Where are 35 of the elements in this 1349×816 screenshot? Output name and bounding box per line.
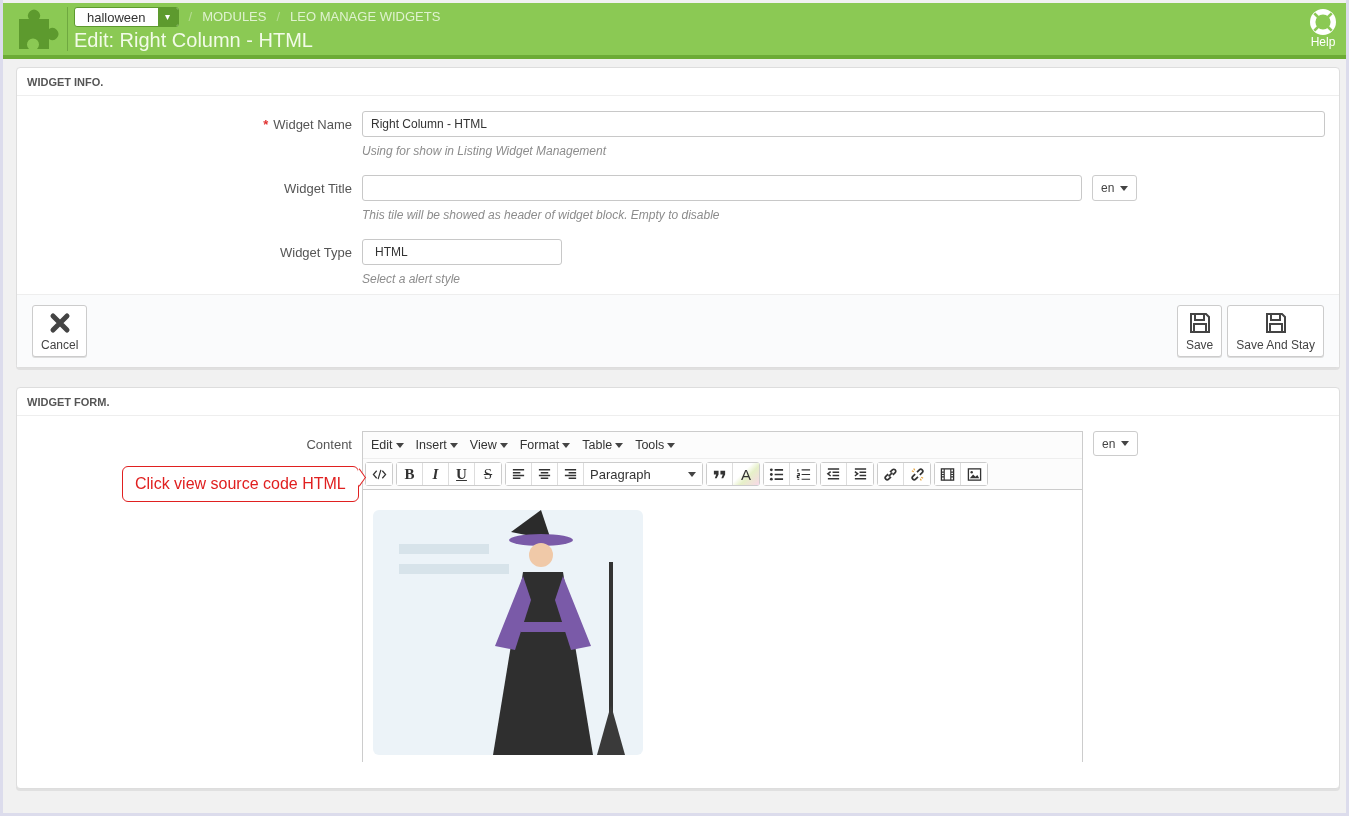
field-label: Widget Title	[284, 181, 352, 196]
field-label: Content	[306, 437, 352, 452]
breadcrumb-separator: /	[188, 9, 193, 24]
save-button[interactable]: Save And Stay	[1227, 305, 1324, 357]
panel-heading: WIDGET INFO.	[17, 68, 1339, 96]
breadcrumb-separator: /	[276, 9, 281, 24]
outdent-icon[interactable]	[821, 463, 847, 485]
field-label: * Widget Name	[263, 117, 352, 132]
menu-item[interactable]: Insert	[411, 436, 464, 454]
film-icon[interactable]	[935, 463, 961, 485]
format-button[interactable]: A	[733, 463, 759, 485]
menu-item[interactable]: Edit	[367, 436, 410, 454]
quote-icon[interactable]	[707, 463, 733, 485]
menu-item[interactable]: Table	[578, 436, 630, 454]
input-field[interactable]: HTML	[362, 239, 562, 265]
menu-item[interactable]: Tools	[631, 436, 682, 454]
input-field[interactable]	[362, 175, 1082, 201]
field-hint: This tile will be showed as header of widget block. Empty to disable	[362, 208, 721, 222]
menu-item[interactable]: Format	[515, 436, 577, 454]
bullet-list-icon[interactable]	[764, 463, 790, 485]
source-code-icon[interactable]	[366, 463, 392, 485]
language-select[interactable]: en	[1092, 175, 1138, 201]
format-button[interactable]: B	[397, 463, 423, 485]
page-title: Edit: Right Column - HTML	[74, 28, 314, 52]
cancel-button[interactable]: Cancel	[32, 305, 88, 357]
menu-item[interactable]: View	[465, 436, 514, 454]
field-hint: Using for show in Listing Widget Management	[362, 144, 608, 158]
input-field[interactable]: Right Column - HTML	[362, 111, 1325, 137]
language-select[interactable]: en	[1093, 431, 1139, 456]
link-icon[interactable]	[878, 463, 904, 485]
save-button[interactable]: Save	[1176, 305, 1223, 357]
field-label: Widget Type	[279, 245, 352, 260]
field-hint: Select a alert style	[362, 272, 462, 286]
panel-heading: WIDGET FORM.	[17, 388, 1339, 416]
shop-select[interactable]: halloween ▾	[74, 6, 179, 27]
